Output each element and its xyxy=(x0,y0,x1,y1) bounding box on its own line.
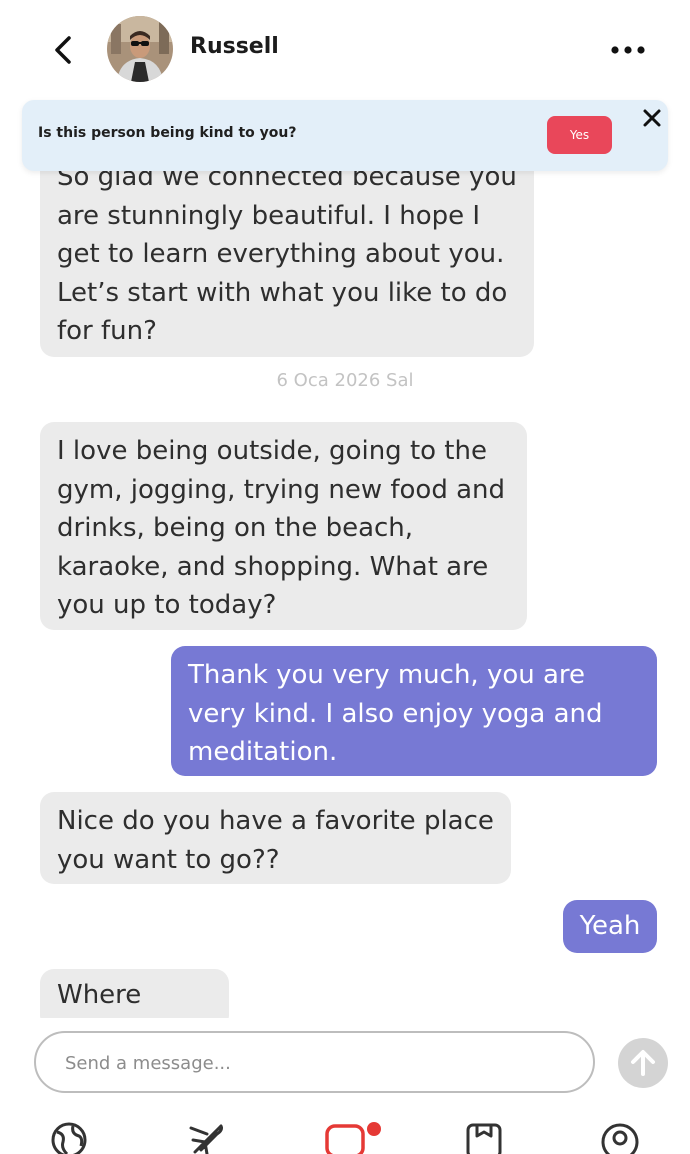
close-banner-button[interactable] xyxy=(640,106,664,130)
nav-globe[interactable] xyxy=(49,1120,89,1154)
nav-chat[interactable] xyxy=(325,1120,385,1154)
avatar[interactable] xyxy=(107,16,173,82)
avatar-photo xyxy=(107,16,173,82)
message-incoming: Where cutie xyxy=(40,969,229,1018)
globe-icon xyxy=(51,1122,87,1154)
arrow-up-icon xyxy=(631,1050,655,1076)
nav-saved[interactable] xyxy=(465,1120,505,1154)
message-composer xyxy=(34,1031,595,1093)
bookmark-icon xyxy=(466,1123,502,1154)
message-incoming: I love being outside, going to the gym, … xyxy=(40,422,527,630)
more-options-button[interactable] xyxy=(604,36,652,64)
date-separator: 6 Oca 2026 Sal xyxy=(276,370,414,391)
contact-name[interactable]: Russell xyxy=(190,34,279,59)
kindness-check-banner: Is this person being kind to you? Yes xyxy=(22,100,668,171)
kindness-question: Is this person being kind to you? xyxy=(38,125,297,141)
notification-dot-icon xyxy=(367,1122,381,1136)
plane-icon xyxy=(189,1124,223,1154)
profile-icon xyxy=(601,1123,639,1154)
message-input[interactable] xyxy=(63,1046,567,1080)
more-dots-icon xyxy=(611,46,645,54)
nav-profile[interactable] xyxy=(600,1120,640,1154)
nav-explore[interactable] xyxy=(187,1120,227,1154)
chat-header: Russell xyxy=(0,0,690,100)
close-icon xyxy=(643,109,661,127)
send-button[interactable] xyxy=(618,1038,668,1088)
chevron-left-icon xyxy=(55,36,71,64)
message-outgoing: Yeah xyxy=(563,900,657,953)
yes-button[interactable]: Yes xyxy=(547,116,612,154)
back-button[interactable] xyxy=(46,30,80,70)
message-list[interactable]: So glad we connected because you are stu… xyxy=(0,100,690,1018)
message-outgoing: Thank you very much, you are very kind. … xyxy=(171,646,657,776)
message-incoming: Nice do you have a favorite place you wa… xyxy=(40,792,511,884)
message-incoming: So glad we connected because you are stu… xyxy=(40,144,534,357)
